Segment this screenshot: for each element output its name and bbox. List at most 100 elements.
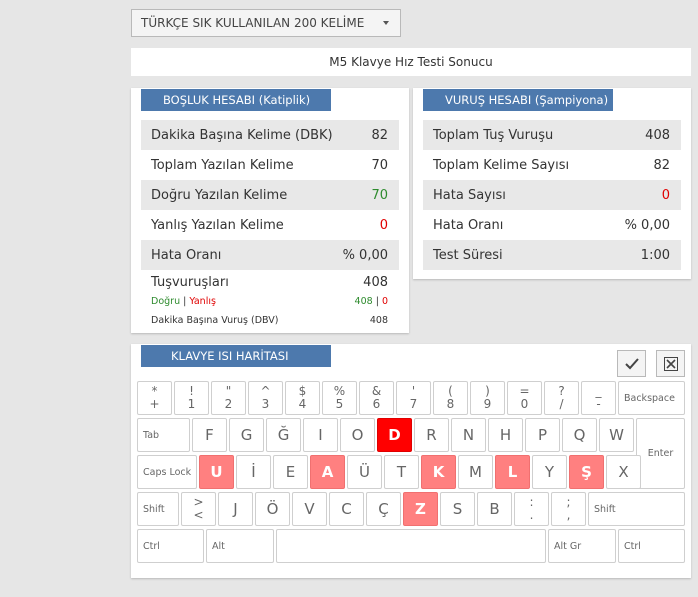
key-caps-lock[interactable]: Caps Lock [137,455,197,489]
key-letter[interactable]: B [477,492,512,526]
key-letter[interactable]: T [384,455,419,489]
key-label: Backspace [624,392,675,404]
key-label: Enter [647,448,674,459]
key-letter[interactable]: G [229,418,264,452]
key-left-ctrl[interactable]: Ctrl [137,529,204,563]
keystrokes-breakdown-row: Doğru | Yanlış 408 | 0 [141,294,399,308]
key-right-ctrl[interactable]: Ctrl [618,529,685,563]
key-symbol[interactable]: :. [514,492,549,526]
key-label: Z [415,500,426,518]
key-number-7[interactable]: ' 7 [396,381,431,415]
dbv-label: Dakika Başına Vuruş (DBV) [151,314,279,326]
key-number-1[interactable]: ! 1 [174,381,209,415]
key-base-char: 9 [483,397,492,411]
key-letter[interactable]: M [458,455,493,489]
stat-value: 82 [653,157,670,173]
key-number-2[interactable]: " 2 [211,381,246,415]
key-space[interactable] [276,529,546,563]
stat-value: 1:00 [640,247,670,263]
key-letter[interactable]: L [495,455,530,489]
key-letter[interactable]: İ [236,455,271,489]
key-number-10[interactable]: = 0 [507,381,542,415]
key-letter[interactable]: U [199,455,234,489]
key-label: D [388,426,401,444]
key-backspace[interactable]: Backspace [618,381,685,415]
key-letter[interactable]: Ç [366,492,401,526]
word-stats-panel: BOŞLUK HESABI (Katiplik) Dakika Başına K… [131,88,409,333]
key-letter[interactable]: Z [403,492,438,526]
stat-value: 0 [661,187,670,203]
key-letter[interactable]: X [606,455,641,489]
key-letter[interactable]: Ü [347,455,382,489]
key-number-11[interactable]: ? / [544,381,579,415]
key-letter[interactable]: A [310,455,345,489]
key-letter[interactable]: J [218,492,253,526]
key-letter[interactable]: Q [562,418,597,452]
key-letter[interactable]: Ö [255,492,290,526]
word-list-dropdown[interactable]: TÜRKÇE SIK KULLANILAN 200 KELİME [131,9,401,37]
key-letter[interactable]: Y [532,455,567,489]
key-letter[interactable]: N [451,418,486,452]
key-base-char: 5 [335,397,344,411]
key-enter[interactable]: Enter [636,418,685,489]
key-number-0[interactable]: * + [137,381,172,415]
key-letter[interactable]: E [273,455,308,489]
stat-label: Hata Sayısı [433,187,506,203]
key-alt[interactable]: Alt [206,529,274,563]
key-letter[interactable]: H [488,418,523,452]
key-label: Ctrl [624,540,641,552]
key-number-4[interactable]: $4 [285,381,320,415]
key-right-shift[interactable]: Shift [588,492,685,526]
key-label: Q [573,426,586,444]
key-letter[interactable]: D [377,418,412,452]
stat-row-error-rate: Hata Oranı % 0,00 [141,240,399,270]
wrong-label: Yanlış [189,295,216,307]
key-number-9[interactable]: ) 9 [470,381,505,415]
key-alt-gr[interactable]: Alt Gr [548,529,616,563]
key-label: Caps Lock [143,466,192,478]
stat-value: 0 [379,217,388,233]
stat-row-total-keystrokes: Toplam Tuş Vuruşu 408 [423,120,681,150]
key-letter[interactable]: V [292,492,327,526]
key-letter[interactable]: P [525,418,560,452]
key-letter[interactable]: O [340,418,375,452]
key-number-12[interactable]: _ - [581,381,616,415]
stat-label: Test Süresi [433,247,503,263]
confirm-button[interactable] [617,350,646,377]
key-label: M [469,463,482,481]
correct-label: Doğru [151,295,181,307]
close-button[interactable] [656,350,685,377]
key-letter[interactable]: Ğ [266,418,301,452]
key-symbol[interactable]: ;, [551,492,586,526]
key-tab[interactable]: Tab [137,418,190,452]
key-letter[interactable]: C [329,492,364,526]
key-letter[interactable]: R [414,418,449,452]
dbv-value: 408 [369,314,388,326]
key-number-3[interactable]: ^ 3 [248,381,283,415]
key-label: Tab [143,429,160,441]
key-number-6[interactable]: & 6 [359,381,394,415]
wrong-value: 0 [381,295,388,307]
stat-row-total-word-count: Toplam Kelime Sayısı 82 [423,150,681,180]
page-title: M5 Klavye Hız Testi Sonucu [329,55,493,69]
stat-value: 70 [371,157,388,173]
key-symbol[interactable]: > < [181,492,216,526]
keyboard-heatmap-header: KLAVYE ISI HARİTASI [141,345,331,367]
key-letter[interactable]: F [192,418,227,452]
key-number-8[interactable]: (8 [433,381,468,415]
key-letter[interactable]: K [421,455,456,489]
stat-label: Toplam Tuş Vuruşu [433,127,554,143]
key-letter[interactable]: I [303,418,338,452]
key-left-shift[interactable]: Shift [137,492,179,526]
key-label: R [426,426,437,444]
key-letter[interactable]: W [599,418,634,452]
word-stats-header: BOŞLUK HESABI (Katiplik) [141,89,331,111]
stat-label: Toplam Kelime Sayısı [433,157,570,173]
key-base-char: , [566,508,571,522]
key-label: Ş [581,463,592,481]
key-number-5[interactable]: % 5 [322,381,357,415]
key-letter[interactable]: Ş [569,455,604,489]
key-base-char: 6 [372,397,381,411]
key-letter[interactable]: S [440,492,475,526]
stat-row-error-count: Hata Sayısı 0 [423,180,681,210]
